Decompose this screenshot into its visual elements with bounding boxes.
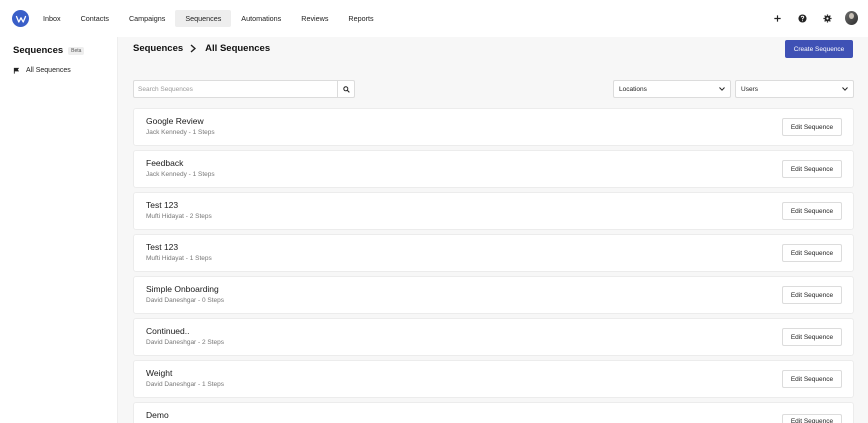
sidebar: Sequences Beta All Sequences bbox=[0, 37, 118, 423]
sequence-card: Simple Onboarding David Daneshgar - 0 St… bbox=[133, 276, 854, 314]
sequence-meta: David Daneshgar - 1 Steps bbox=[146, 381, 225, 388]
locations-select-value: Locations bbox=[619, 85, 647, 93]
edit-sequence-button[interactable]: Edit Sequence bbox=[782, 370, 842, 388]
breadcrumb: Sequences All Sequences bbox=[133, 43, 270, 54]
chevron-down-icon bbox=[842, 86, 848, 93]
sequence-meta: David Daneshgar - 2 Steps bbox=[146, 339, 225, 346]
sequence-card: Continued.. David Daneshgar - 2 Steps Ed… bbox=[133, 318, 854, 356]
sequence-card: Weight David Daneshgar - 1 Steps Edit Se… bbox=[133, 360, 854, 398]
search-button[interactable] bbox=[337, 81, 354, 97]
users-select-value: Users bbox=[741, 85, 758, 93]
top-nav: Inbox Contacts Campaigns Sequences Autom… bbox=[0, 0, 868, 37]
edit-sequence-button[interactable]: Edit Sequence bbox=[782, 244, 842, 262]
nav-inbox[interactable]: Inbox bbox=[33, 10, 71, 27]
chevron-right-icon bbox=[190, 44, 198, 54]
sequence-meta: Mufti Hidayat - 1 Steps bbox=[146, 255, 212, 262]
sequence-title: Test 123 bbox=[146, 200, 179, 210]
sequence-title: Demo bbox=[146, 410, 169, 420]
sidebar-header: Sequences Beta bbox=[13, 45, 85, 56]
edit-sequence-button[interactable]: Edit Sequence bbox=[782, 286, 842, 304]
nav-contacts[interactable]: Contacts bbox=[71, 10, 119, 27]
sequence-meta: Jack Kennedy - 1 Steps bbox=[146, 129, 215, 136]
logo-icon bbox=[15, 15, 26, 23]
nav-reviews[interactable]: Reviews bbox=[291, 10, 338, 27]
edit-sequence-button[interactable]: Edit Sequence bbox=[782, 328, 842, 346]
breadcrumb-root[interactable]: Sequences bbox=[133, 43, 183, 54]
gear-icon[interactable] bbox=[820, 11, 834, 25]
sequence-card: Google Review Jack Kennedy - 1 Steps Edi… bbox=[133, 108, 854, 146]
help-icon[interactable] bbox=[795, 11, 809, 25]
nav-actions bbox=[770, 11, 858, 25]
users-select[interactable]: Users bbox=[735, 80, 854, 98]
sequence-meta: David Daneshgar - 0 Steps bbox=[146, 297, 225, 304]
edit-sequence-button[interactable]: Edit Sequence bbox=[782, 160, 842, 178]
sequence-meta: Jack Kennedy - 1 Steps bbox=[146, 171, 215, 178]
edit-sequence-button[interactable]: Edit Sequence bbox=[782, 118, 842, 136]
chevron-down-icon bbox=[719, 86, 725, 93]
nav-sequences[interactable]: Sequences bbox=[175, 10, 232, 27]
sequence-title: Simple Onboarding bbox=[146, 284, 219, 294]
main-nav: Inbox Contacts Campaigns Sequences Autom… bbox=[33, 10, 384, 27]
sequence-card: Feedback Jack Kennedy - 1 Steps Edit Seq… bbox=[133, 150, 854, 188]
nav-automations[interactable]: Automations bbox=[231, 10, 291, 27]
sequence-title: Test 123 bbox=[146, 242, 179, 252]
sequence-meta: Mufti Hidayat - 2 Steps bbox=[146, 213, 212, 220]
nav-campaigns[interactable]: Campaigns bbox=[119, 10, 175, 27]
sidebar-item-label: All Sequences bbox=[26, 66, 71, 74]
nav-reports[interactable]: Reports bbox=[338, 10, 383, 27]
search-bar bbox=[133, 80, 355, 98]
sequence-card: Demo Edit Sequence bbox=[133, 402, 854, 423]
search-input[interactable] bbox=[134, 81, 337, 97]
beta-badge: Beta bbox=[68, 46, 85, 55]
sidebar-title: Sequences bbox=[13, 45, 64, 56]
sequence-title: Weight bbox=[146, 368, 173, 378]
avatar[interactable] bbox=[845, 11, 858, 25]
edit-sequence-button[interactable]: Edit Sequence bbox=[782, 414, 842, 423]
plus-icon[interactable] bbox=[770, 11, 784, 25]
search-icon bbox=[342, 85, 350, 93]
create-sequence-button[interactable]: Create Sequence bbox=[785, 40, 853, 58]
sequence-icon bbox=[13, 66, 21, 74]
page-title: All Sequences bbox=[205, 43, 271, 54]
edit-sequence-button[interactable]: Edit Sequence bbox=[782, 202, 842, 220]
locations-select[interactable]: Locations bbox=[613, 80, 731, 98]
sequence-card: Test 123 Mufti Hidayat - 2 Steps Edit Se… bbox=[133, 192, 854, 230]
sequence-title: Feedback bbox=[146, 158, 184, 168]
app-logo[interactable] bbox=[12, 10, 29, 27]
sequence-title: Continued.. bbox=[146, 326, 190, 336]
sequence-title: Google Review bbox=[146, 116, 204, 126]
sidebar-item-all-sequences[interactable]: All Sequences bbox=[13, 66, 71, 74]
sequence-card: Test 123 Mufti Hidayat - 1 Steps Edit Se… bbox=[133, 234, 854, 272]
